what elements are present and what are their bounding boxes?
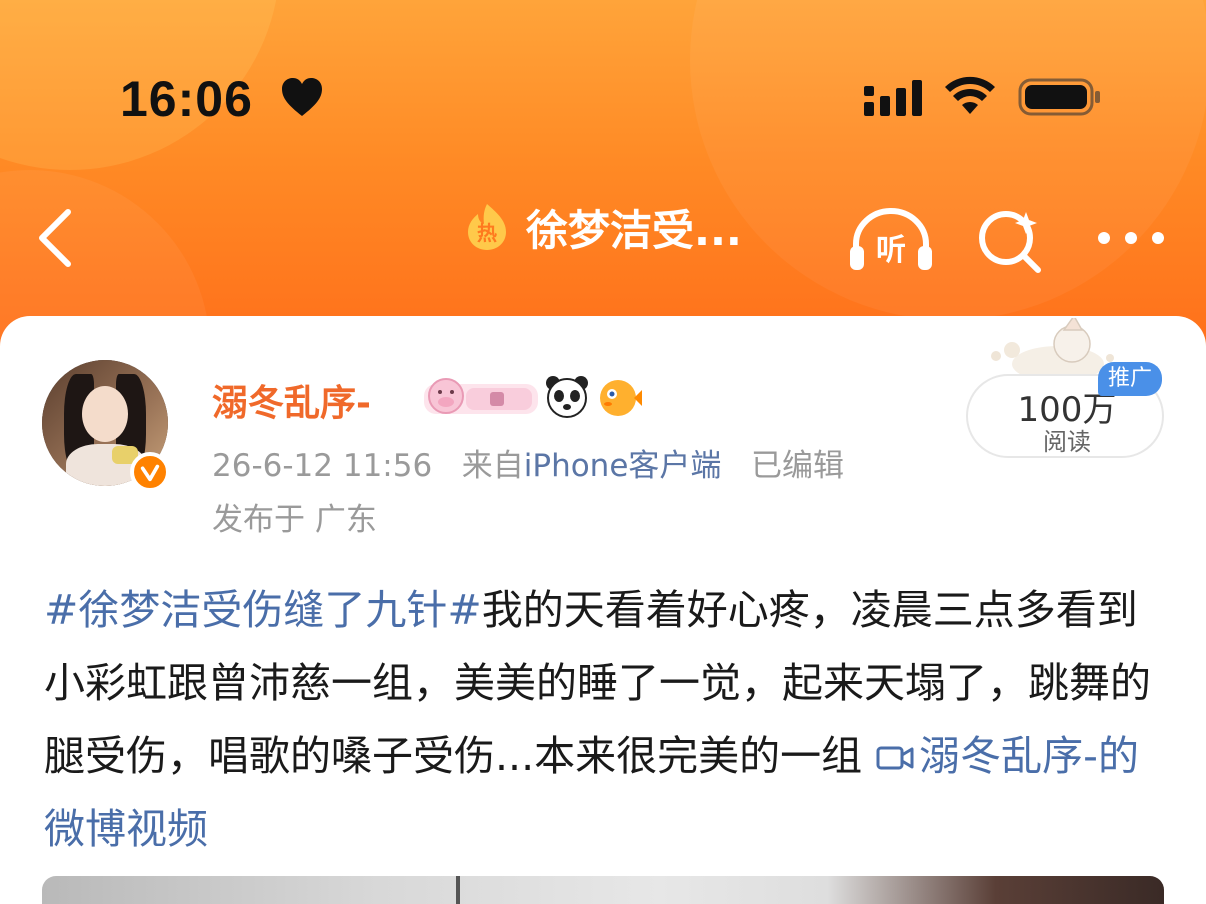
verified-badge-icon (130, 452, 170, 492)
post-body: #徐梦洁受伤缝了九针#我的天看着好心疼，凌晨三点多看到小彩虹跟曾沛慈一组，美美的… (44, 574, 1164, 866)
hashtag-link[interactable]: #徐梦洁受伤缝了九针# (44, 586, 482, 634)
post-source-link[interactable]: iPhone客户端 (524, 448, 722, 484)
search-icon[interactable] (976, 206, 1044, 274)
source-prefix: 来自 (461, 448, 524, 484)
heart-icon (282, 78, 322, 116)
video-camera-icon (876, 746, 914, 770)
more-dots-icon[interactable] (1096, 228, 1166, 248)
post-media-thumbnail[interactable] (42, 876, 1164, 904)
battery-icon (1018, 78, 1100, 116)
author-name[interactable]: 溺冬乱序- (212, 374, 371, 426)
hot-flame-icon: 热 (462, 202, 512, 252)
read-label: 阅读 (1043, 428, 1091, 456)
pufferfish-badge-icon (600, 380, 642, 416)
svg-text:热: 热 (477, 221, 497, 245)
chevron-left-icon[interactable] (34, 206, 74, 270)
page-title: 徐梦洁受... (526, 205, 742, 255)
post-meta: 26-6-12 11:56 来自iPhone客户端 已编辑 (212, 440, 844, 485)
edited-label[interactable]: 已编辑 (751, 448, 844, 484)
top-navigation: 热 徐梦洁受... 听 (0, 180, 1206, 290)
post-timestamp: 26-6-12 11:56 (212, 448, 433, 484)
post-location: 发布于 广东 (212, 502, 377, 538)
pig-fan-badge-icon (424, 378, 538, 414)
cellular-signal-icon (864, 80, 922, 116)
status-time: 16:06 (120, 71, 253, 127)
svg-text:听: 听 (876, 233, 906, 268)
topic-title-button[interactable]: 热 徐梦洁受... (462, 192, 742, 262)
promote-badge[interactable]: 推广 (1098, 362, 1162, 396)
panda-badge-icon (546, 376, 588, 418)
headphones-listen-icon[interactable]: 听 (848, 208, 934, 272)
status-bar: 16:06 (0, 0, 1206, 150)
wifi-icon (945, 76, 995, 114)
